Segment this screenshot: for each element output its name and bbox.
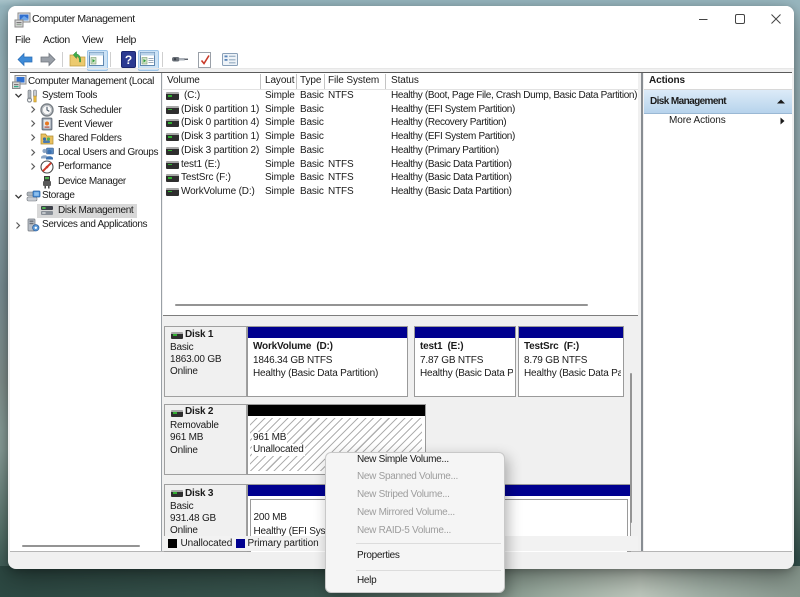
svg-text:?: ? <box>125 53 132 67</box>
